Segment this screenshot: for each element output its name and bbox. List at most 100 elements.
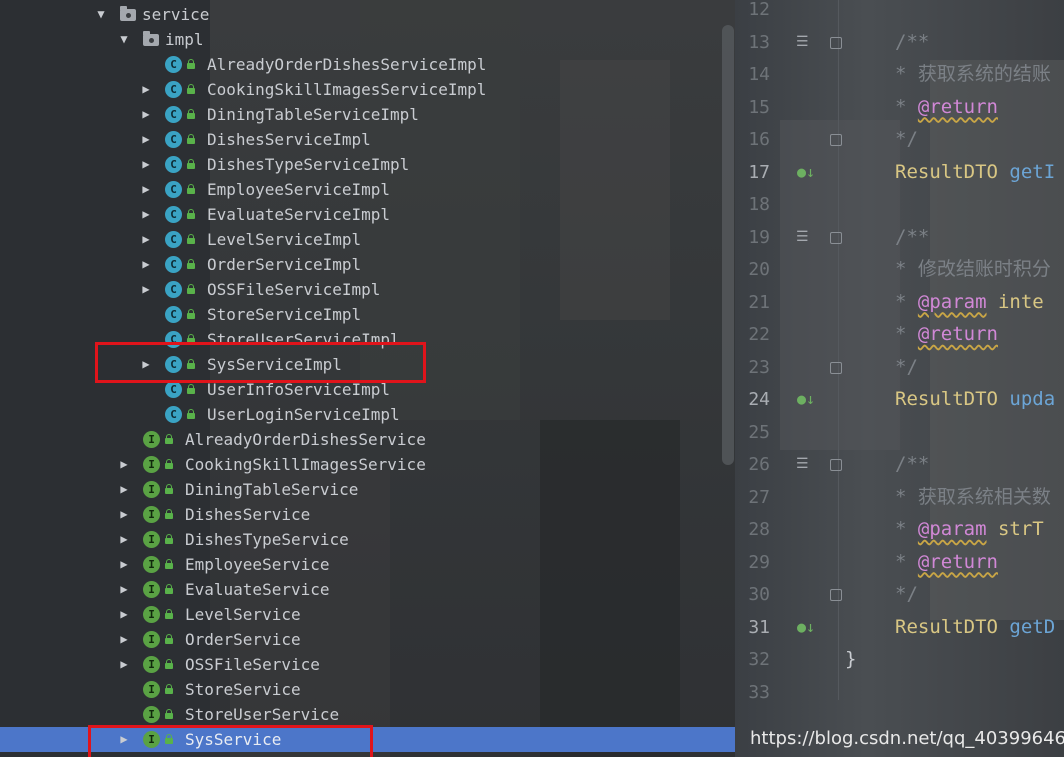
collapsed-arrow-icon[interactable]: ▶ (117, 627, 131, 652)
fold-marker-icon[interactable] (830, 134, 842, 146)
tree-item-diningtableservice[interactable]: ▶ I DiningTableService (0, 477, 735, 502)
code-token: getD (1009, 615, 1056, 638)
code-token: * (895, 518, 918, 540)
expanded-arrow-icon[interactable]: ▼ (94, 2, 108, 27)
class-icon: C (165, 306, 182, 323)
tree-item-cookingskillimagesserviceimpl[interactable]: ▶ C CookingSkillImagesServiceImpl (0, 77, 735, 102)
fold-marker-icon[interactable] (830, 589, 842, 601)
fold-marker-icon[interactable] (830, 231, 842, 244)
tree-item-diningtableserviceimpl[interactable]: ▶ C DiningTableServiceImpl (0, 102, 735, 127)
tree-item-userloginserviceimpl[interactable]: C UserLoginServiceImpl (0, 402, 735, 427)
collapsed-arrow-icon[interactable]: ▶ (117, 602, 131, 627)
tree-item-dishestypeservice[interactable]: ▶ I DishesTypeService (0, 527, 735, 552)
collapsed-arrow-icon[interactable]: ▶ (139, 102, 153, 127)
collapsed-arrow-icon[interactable]: ▶ (117, 652, 131, 677)
code-token: getI (1009, 160, 1056, 183)
tree-item-ossfileserviceimpl[interactable]: ▶ C OSSFileServiceImpl (0, 277, 735, 302)
interface-icon: I (143, 481, 160, 498)
tree-item-cookingskillimagesservice[interactable]: ▶ I CookingSkillImagesService (0, 452, 735, 477)
tree-item-dishesservice[interactable]: ▶ I DishesService (0, 502, 735, 527)
code-line[interactable]: /** (895, 448, 929, 481)
tree-item-dishesserviceimpl[interactable]: ▶ C DishesServiceImpl (0, 127, 735, 152)
package-folder-icon (143, 31, 159, 46)
code-line[interactable]: * @param inte (895, 286, 1044, 319)
class-icon: C (165, 131, 182, 148)
code-line[interactable]: ResultDTO getI (895, 156, 1055, 189)
code-line[interactable]: ResultDTO getD (895, 611, 1055, 644)
collapsed-arrow-icon[interactable]: ▶ (117, 477, 131, 502)
code-line[interactable]: * @return (895, 546, 998, 579)
code-token: inte (986, 290, 1044, 313)
collapsed-arrow-icon[interactable]: ▶ (117, 552, 131, 577)
fold-marker-icon[interactable] (830, 459, 842, 471)
collapsed-arrow-icon[interactable]: ▶ (139, 202, 153, 227)
collapsed-arrow-icon[interactable]: ▶ (139, 252, 153, 277)
class-icon: C (165, 281, 182, 298)
code-line[interactable]: */ (895, 123, 918, 156)
tree-item-label: service (142, 5, 210, 24)
fold-marker-icon[interactable] (830, 36, 842, 49)
tree-item-ossfileservice[interactable]: ▶ I OSSFileService (0, 652, 735, 677)
tree-item-label: DishesTypeServiceImpl (207, 155, 410, 174)
public-lock-icon (165, 459, 173, 469)
class-icon: C (165, 406, 182, 423)
interface-icon: I (143, 581, 160, 598)
code-line[interactable]: * 获取系统的结账 (895, 58, 1051, 91)
fold-marker-icon[interactable] (830, 361, 842, 374)
collapsed-arrow-icon[interactable]: ▶ (117, 502, 131, 527)
collapsed-arrow-icon[interactable]: ▶ (117, 452, 131, 477)
public-lock-icon (187, 109, 195, 119)
code-line[interactable]: * @return (895, 318, 998, 351)
code-line[interactable]: /** (895, 26, 929, 59)
code-line[interactable]: */ (895, 351, 918, 384)
collapsed-arrow-icon[interactable]: ▶ (139, 277, 153, 302)
collapsed-arrow-icon[interactable]: ▶ (117, 527, 131, 552)
collapsed-arrow-icon[interactable]: ▶ (139, 77, 153, 102)
javadoc-render-icon[interactable]: ☰ (796, 221, 809, 254)
tree-item-storeuserservice[interactable]: I StoreUserService (0, 702, 735, 727)
public-lock-icon (165, 684, 173, 694)
collapsed-arrow-icon[interactable]: ▶ (139, 127, 153, 152)
tree-item-storeservice[interactable]: I StoreService (0, 677, 735, 702)
code-token: * 修改结账时积分 (895, 258, 1051, 280)
interface-icon: I (143, 506, 160, 523)
collapsed-arrow-icon[interactable]: ▶ (139, 227, 153, 252)
code-line[interactable]: * @return (895, 91, 998, 124)
code-line[interactable]: * 获取系统相关数 (895, 481, 1051, 514)
public-lock-icon (187, 384, 195, 394)
tree-item-evaluateservice[interactable]: ▶ I EvaluateService (0, 577, 735, 602)
tree-folder-impl[interactable]: ▼ impl (0, 27, 735, 52)
implemented-method-icon[interactable]: ●↓ (797, 611, 815, 644)
tree-item-employeeserviceimpl[interactable]: ▶ C EmployeeServiceImpl (0, 177, 735, 202)
collapsed-arrow-icon[interactable]: ▶ (139, 152, 153, 177)
collapsed-arrow-icon[interactable]: ▶ (117, 577, 131, 602)
expanded-arrow-icon[interactable]: ▼ (117, 27, 131, 52)
tree-item-alreadyorderdishesserviceimpl[interactable]: C AlreadyOrderDishesServiceImpl (0, 52, 735, 77)
tree-item-levelserviceimpl[interactable]: ▶ C LevelServiceImpl (0, 227, 735, 252)
tree-item-employeeservice[interactable]: ▶ I EmployeeService (0, 552, 735, 577)
code-line[interactable]: * @param strT (895, 513, 1044, 546)
highlight-box-sysservice (88, 725, 373, 757)
javadoc-render-icon[interactable]: ☰ (796, 448, 809, 481)
javadoc-render-icon[interactable]: ☰ (796, 26, 809, 59)
tree-folder-service[interactable]: ▼ service (0, 2, 735, 27)
tree-item-orderserviceimpl[interactable]: ▶ C OrderServiceImpl (0, 252, 735, 277)
implemented-method-icon[interactable]: ●↓ (797, 383, 815, 416)
code-line[interactable]: } (845, 643, 856, 676)
tree-item-evaluateserviceimpl[interactable]: ▶ C EvaluateServiceImpl (0, 202, 735, 227)
tree-scrollbar[interactable] (722, 25, 734, 465)
code-line[interactable]: /** (895, 221, 929, 254)
tree-item-storeserviceimpl[interactable]: C StoreServiceImpl (0, 302, 735, 327)
code-line[interactable]: ResultDTO upda (895, 383, 1055, 416)
tree-item-dishestypeserviceimpl[interactable]: ▶ C DishesTypeServiceImpl (0, 152, 735, 177)
tree-item-alreadyorderdishesservice[interactable]: I AlreadyOrderDishesService (0, 427, 735, 452)
code-line[interactable]: * 修改结账时积分 (895, 253, 1051, 286)
tree-item-label: StoreServiceImpl (207, 305, 362, 324)
line-number: 16 (748, 129, 770, 150)
tree-item-label: AlreadyOrderDishesServiceImpl (207, 55, 487, 74)
tree-item-orderservice[interactable]: ▶ I OrderService (0, 627, 735, 652)
code-line[interactable]: */ (895, 578, 918, 611)
collapsed-arrow-icon[interactable]: ▶ (139, 177, 153, 202)
tree-item-levelservice[interactable]: ▶ I LevelService (0, 602, 735, 627)
implemented-method-icon[interactable]: ●↓ (797, 156, 815, 189)
